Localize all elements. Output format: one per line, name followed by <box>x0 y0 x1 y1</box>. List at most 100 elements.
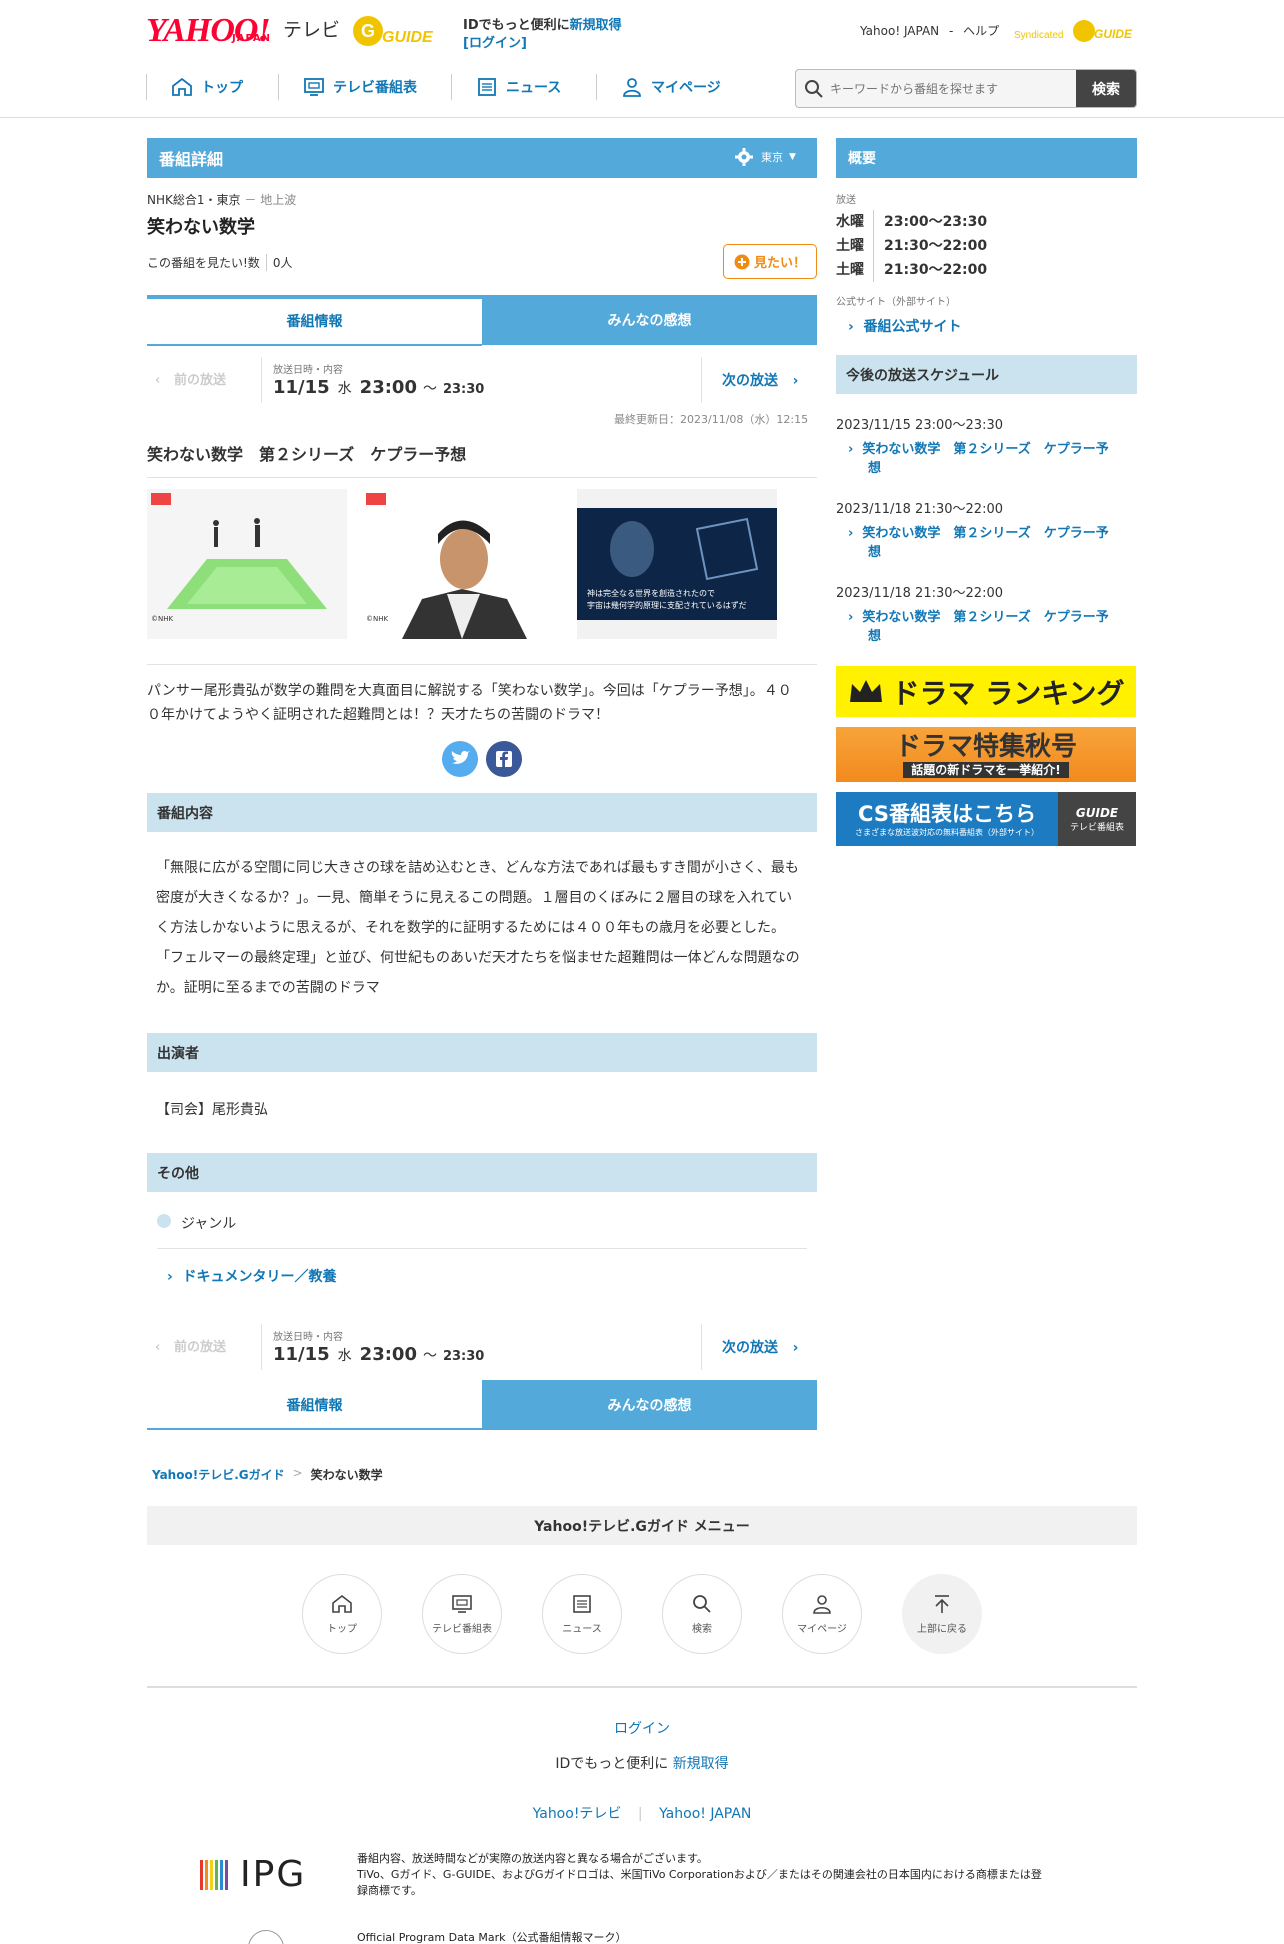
want-button[interactable]: 見たい！ <box>723 244 817 279</box>
register-link[interactable]: 新規取得 <box>570 18 622 33</box>
news-icon <box>478 78 496 96</box>
schedule-link[interactable]: › 笑わない数学 第２シリーズ ケプラー予想 <box>848 440 1138 478</box>
episode-title: 笑わない数学 第２シリーズ ケプラー予想 <box>147 445 467 464</box>
syndicated-gguide-logo[interactable]: Syndicated GUIDE <box>1014 18 1136 44</box>
nav-news[interactable]: ニュース <box>451 74 561 100</box>
footer-id-promo: IDでもっと便利に 新規取得 <box>555 1756 729 1772</box>
footer-mypage-button[interactable]: マイページ <box>782 1574 862 1654</box>
breadcrumb-home[interactable]: Yahoo!テレビ.Gガイド <box>152 1466 285 1483</box>
program-summary: パンサー尾形貴弘が数学の難問を大真面目に解説する「笑わない数学」。今回は「ケプラ… <box>147 683 792 723</box>
thumbnail-2[interactable]: ©NHK <box>362 489 562 639</box>
search-icon <box>805 80 823 98</box>
nav-top[interactable]: トップ <box>146 74 243 100</box>
tv-icon <box>304 78 324 96</box>
header-links: Yahoo! JAPAN - ヘルプ <box>860 24 1000 38</box>
footer-login: ログイン <box>0 1718 1284 1738</box>
logo-tv-text[interactable]: テレビ <box>283 15 340 42</box>
drama-ranking-banner[interactable]: ドラマ ランキング <box>836 666 1136 717</box>
cs-schedule-banner[interactable]: CS番組表はこちら さまざまな放送波対応の無料番組表（外部サイト） GUIDE … <box>836 792 1136 846</box>
search-box: 検索 <box>795 69 1137 108</box>
tab-reviews-bottom[interactable]: みんなの感想 <box>482 1380 817 1430</box>
footer-top-button[interactable]: トップ <box>302 1574 382 1654</box>
chevron-right-icon: › <box>848 610 854 625</box>
yahoo-logo[interactable]: YAHOO! <box>146 12 271 50</box>
help-link[interactable]: ヘルプ <box>963 24 999 38</box>
footer-tv-schedule-button[interactable]: テレビ番組表 <box>422 1574 502 1654</box>
facebook-share-button[interactable] <box>486 741 522 777</box>
svg-text:GUIDE: GUIDE <box>1094 27 1133 41</box>
nav-tv-schedule[interactable]: テレビ番組表 <box>278 74 417 100</box>
cast-text: 【司会】尾形貴弘 <box>156 1102 268 1118</box>
air-label: 放送日時・内容 <box>273 365 343 376</box>
thumbnail-3[interactable]: 神は完全なる世界を創造されたので 宇宙は幾何学的原理に支配されているはずだ <box>577 489 777 639</box>
thumbnail-2-image: ©NHK <box>362 489 562 639</box>
footer-yahoo-tv-link[interactable]: Yahoo!テレビ <box>533 1806 622 1822</box>
broadcast-item: 土曜 21:30〜22:00 <box>836 258 987 282</box>
svg-text:©NHK: ©NHK <box>151 615 174 623</box>
user-icon <box>623 78 641 97</box>
region-selector[interactable]: 東京 ▼ <box>735 148 796 166</box>
program-title: 笑わない数学 <box>147 217 255 238</box>
footer-back-to-top-button[interactable]: 上部に戻る <box>902 1574 982 1654</box>
footer-links: Yahoo!テレビ | Yahoo! JAPAN <box>532 1806 752 1822</box>
other-header: その他 <box>147 1153 817 1192</box>
schedule-date: 2023/11/18 21:30〜22:00 <box>836 586 1003 601</box>
ipg-logo: IPG <box>200 1854 306 1895</box>
broadcast-label: 放送 <box>836 195 856 206</box>
genre-bullet-icon <box>157 1214 171 1228</box>
svg-text:GUIDE: GUIDE <box>382 29 434 46</box>
official-data-mark-icon <box>248 1930 284 1944</box>
footer-menu-title: Yahoo!テレビ.Gガイド メニュー <box>147 1506 1137 1545</box>
thumbnail-1[interactable]: ©NHK <box>147 489 347 639</box>
thumbnail-3-image: 神は完全なる世界を創造されたので 宇宙は幾何学的原理に支配されているはずだ <box>577 489 777 639</box>
footer-register-link[interactable]: 新規取得 <box>673 1756 729 1772</box>
prev-broadcast-bottom: ‹ 前の放送 <box>155 1340 226 1355</box>
footer-login-link[interactable]: ログイン <box>614 1721 670 1737</box>
search-icon <box>693 1594 711 1613</box>
schedule-link[interactable]: › 笑わない数学 第２シリーズ ケプラー予想 <box>848 608 1138 646</box>
home-icon <box>332 1594 352 1613</box>
footer-news-button[interactable]: ニュース <box>542 1574 622 1654</box>
tab-program-info-bottom[interactable]: 番組情報 <box>147 1380 482 1430</box>
plus-circle-icon <box>734 254 750 269</box>
broadcast-item: 水曜 23:00〜23:30 <box>836 210 987 234</box>
twitter-share-button[interactable] <box>442 741 478 777</box>
next-broadcast-bottom[interactable]: 次の放送 › <box>722 1337 798 1357</box>
news-icon <box>573 1594 591 1613</box>
prev-broadcast: ‹ 前の放送 <box>155 373 226 388</box>
tv-icon <box>452 1594 472 1613</box>
detail-title-bar: 番組詳細 <box>147 138 817 178</box>
login-link[interactable]: [ログイン] <box>463 36 527 51</box>
search-button[interactable]: 検索 <box>1076 70 1136 107</box>
content-text: 「無限に広がる空間に同じ大きさの球を詰め込むとき、どんな方法であれば最もすき間が… <box>156 860 800 996</box>
drama-special-banner[interactable]: ドラマ特集秋号 話題の新ドラマを一挙紹介! <box>836 727 1136 782</box>
schedule-date: 2023/11/18 21:30〜22:00 <box>836 502 1003 517</box>
chevron-right-icon: › <box>848 442 854 457</box>
next-broadcast[interactable]: 次の放送 › <box>722 370 798 390</box>
want-count: この番組を見たい!数 0人 <box>147 254 293 271</box>
tab-reviews[interactable]: みんなの感想 <box>482 295 817 345</box>
tab-program-info[interactable]: 番組情報 <box>147 295 482 343</box>
id-promo: IDでもっと便利に新規取得 <box>463 18 622 33</box>
broadcast-item: 土曜 21:30〜22:00 <box>836 234 987 258</box>
official-site-link[interactable]: › 番組公式サイト <box>848 316 962 336</box>
gguide-small-logo: GUIDE <box>1075 805 1119 820</box>
schedule-link[interactable]: › 笑わない数学 第２シリーズ ケプラー予想 <box>848 524 1138 562</box>
yahoo-japan-link[interactable]: Yahoo! JAPAN <box>860 24 939 38</box>
genre-link[interactable]: › ドキュメンタリー／教養 <box>167 1266 337 1286</box>
chevron-right-icon: › <box>792 1340 799 1356</box>
search-input[interactable] <box>830 70 1070 107</box>
genre-label: ジャンル <box>181 1216 237 1232</box>
user-icon <box>813 1594 831 1614</box>
site-header: YAHOO! JAPAN テレビ G GUIDE IDでもっと便利に新規取得 [… <box>0 0 1284 118</box>
gear-icon <box>735 148 753 166</box>
cast-header: 出演者 <box>147 1033 817 1072</box>
nav-mypage[interactable]: マイページ <box>596 74 721 100</box>
footer-yahoo-japan-link[interactable]: Yahoo! JAPAN <box>659 1806 751 1822</box>
chevron-down-icon: ▼ <box>789 152 796 162</box>
gguide-logo[interactable]: G GUIDE <box>352 14 450 48</box>
svg-text:G: G <box>361 21 375 41</box>
svg-text:宇宙は幾何学的原理に支配されているはずだ: 宇宙は幾何学的原理に支配されているはずだ <box>587 600 747 610</box>
footer-search-button[interactable]: 検索 <box>662 1574 742 1654</box>
breadcrumb: Yahoo!テレビ.Gガイド > 笑わない数学 <box>152 1466 383 1483</box>
